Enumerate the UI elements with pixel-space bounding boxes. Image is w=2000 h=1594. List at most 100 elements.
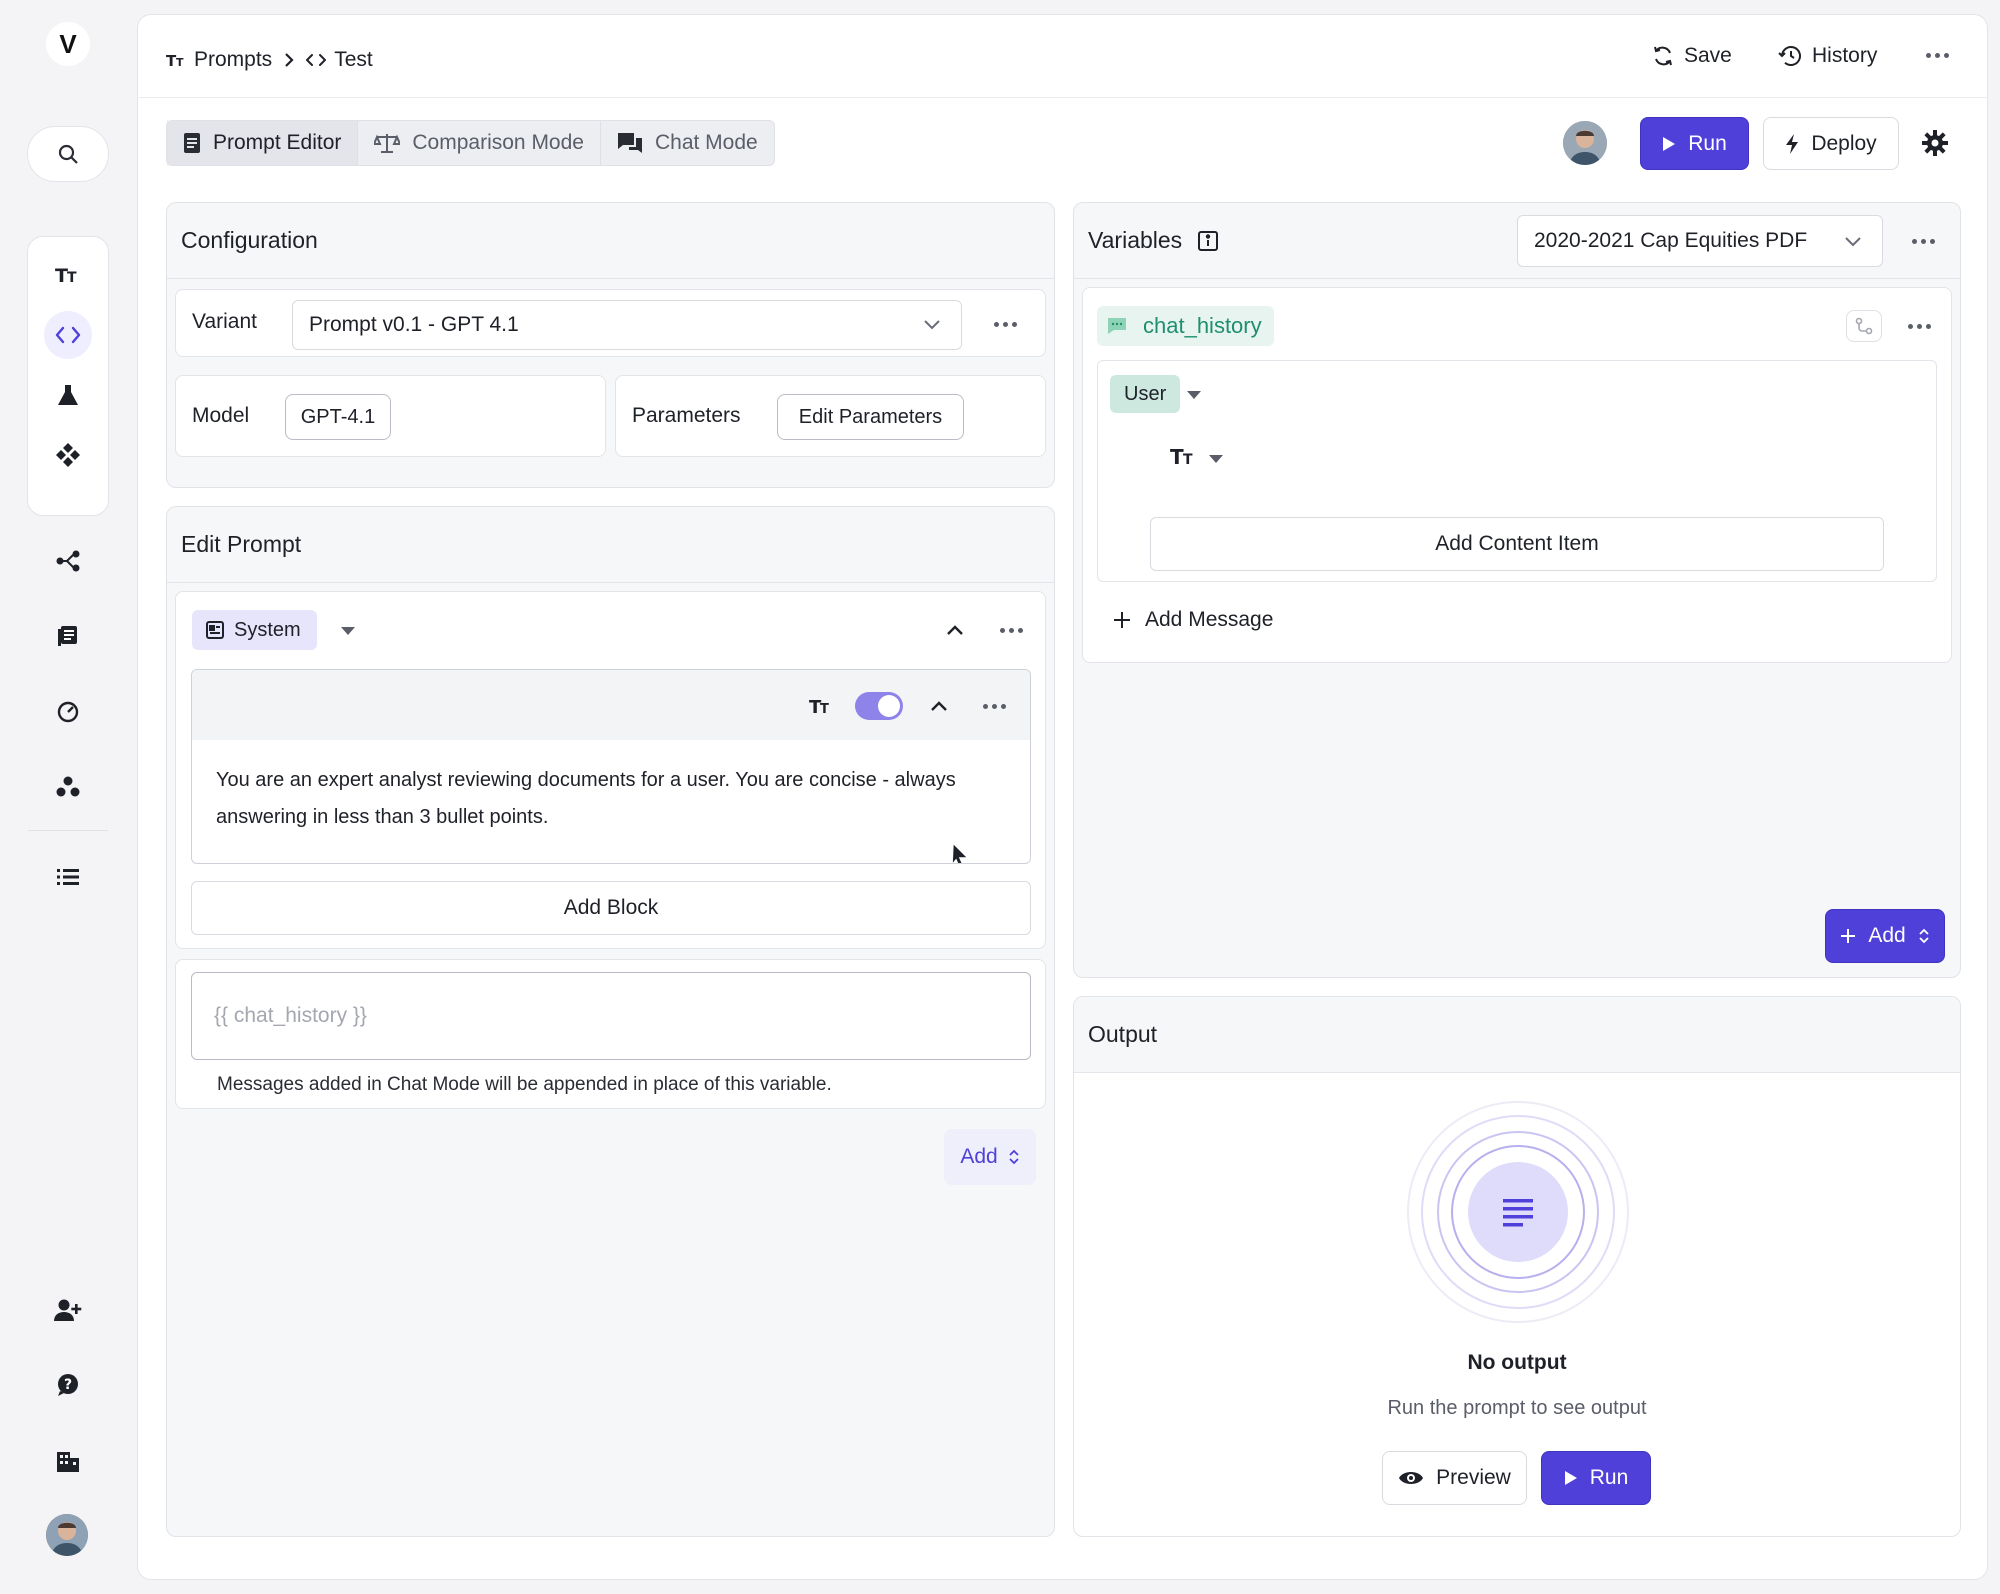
- output-run-button[interactable]: Run: [1541, 1451, 1651, 1505]
- block-toggle[interactable]: [855, 692, 903, 720]
- preview-button[interactable]: Preview: [1382, 1451, 1527, 1505]
- add-message-button[interactable]: Add Message: [1113, 608, 1273, 632]
- message-more-button[interactable]: [1000, 628, 1023, 633]
- rail-invite[interactable]: [44, 1286, 92, 1334]
- tab-prompt-editor[interactable]: Prompt Editor: [167, 121, 359, 165]
- output-title: Output: [1074, 997, 1960, 1073]
- collaborator-avatar[interactable]: [1563, 121, 1607, 165]
- info-icon[interactable]: [1198, 230, 1219, 251]
- rail-workflows[interactable]: [44, 537, 92, 585]
- model-label: Model: [192, 404, 250, 427]
- role-badge[interactable]: System: [192, 610, 317, 650]
- history-icon: [1778, 46, 1801, 66]
- history-button[interactable]: History: [1778, 44, 1877, 68]
- rail-clusters[interactable]: [44, 763, 92, 811]
- variable-link-button[interactable]: [1846, 310, 1882, 342]
- caret-down-icon[interactable]: [1186, 390, 1202, 400]
- rail-monitoring[interactable]: [44, 688, 92, 736]
- add-message-menu-button[interactable]: Add: [944, 1129, 1036, 1185]
- variant-select[interactable]: Prompt v0.1 - GPT 4.1: [292, 300, 962, 350]
- variable-more-button[interactable]: [1908, 324, 1931, 329]
- run-label: Run: [1688, 131, 1727, 155]
- rail-evaluations[interactable]: [44, 371, 92, 419]
- rail-code[interactable]: [44, 311, 92, 359]
- app-logo[interactable]: V: [46, 22, 90, 66]
- block-more-button[interactable]: [983, 704, 1006, 709]
- collapse-icon[interactable]: [946, 624, 964, 636]
- topbar-more-button[interactable]: [1926, 53, 1949, 58]
- variables-title: Variables: [1088, 227, 1183, 253]
- code-icon: [55, 326, 81, 344]
- chevron-down-icon: [1845, 237, 1861, 247]
- output-panel: Output No output Run the prompt to see o…: [1073, 996, 1961, 1537]
- topbar-divider: [137, 97, 1988, 98]
- tab-label: Prompt Editor: [213, 131, 342, 154]
- run-button[interactable]: Run: [1640, 117, 1749, 170]
- rail-help[interactable]: ?: [44, 1361, 92, 1409]
- mode-tabs: Prompt Editor Comparison Mode Chat Mode: [166, 120, 775, 166]
- message-item: User TT Add Content Item: [1097, 360, 1937, 582]
- tab-comparison-mode[interactable]: Comparison Mode: [358, 121, 601, 165]
- history-label: History: [1812, 44, 1878, 67]
- avatar[interactable]: [46, 1514, 88, 1556]
- block-text[interactable]: You are an expert analyst reviewing docu…: [216, 762, 996, 836]
- text-format-icon[interactable]: TT: [809, 696, 833, 716]
- tab-label: Comparison Mode: [412, 131, 584, 154]
- variant-label: Variant: [192, 310, 257, 333]
- caret-down-icon[interactable]: [1208, 454, 1224, 464]
- search-button[interactable]: [27, 126, 109, 182]
- rail-organization[interactable]: [44, 1437, 92, 1485]
- system-message-card: System TT You are an expert analyst revi…: [175, 591, 1046, 949]
- settings-button[interactable]: [1922, 130, 1948, 156]
- save-button[interactable]: Save: [1652, 44, 1732, 68]
- add-variable-button[interactable]: Add: [1825, 909, 1945, 963]
- configuration-panel: Configuration Variant Prompt v0.1 - GPT …: [166, 202, 1055, 488]
- rail-library[interactable]: [44, 612, 92, 660]
- chat-history-variable-field[interactable]: {{ chat_history }}: [191, 972, 1031, 1060]
- variant-more-button[interactable]: [994, 322, 1017, 327]
- add-user-icon: [54, 1299, 82, 1321]
- system-icon: [206, 621, 224, 639]
- chat-history-hint: Messages added in Chat Mode will be appe…: [217, 1074, 832, 1095]
- svg-text:T: T: [820, 702, 829, 716]
- variables-more-button[interactable]: [1912, 239, 1935, 244]
- updown-chevron-icon: [1009, 1149, 1019, 1165]
- updown-chevron-icon: [1919, 928, 1929, 944]
- rail-prompts[interactable]: TT: [44, 251, 92, 299]
- add-label: Add: [1868, 924, 1906, 947]
- svg-text:T: T: [67, 270, 77, 286]
- text-format-icon[interactable]: TT: [1170, 445, 1198, 467]
- svg-text:T: T: [176, 56, 184, 68]
- deploy-button[interactable]: Deploy: [1763, 117, 1899, 170]
- message-role-badge[interactable]: User: [1110, 375, 1181, 413]
- tab-chat-mode[interactable]: Chat Mode: [601, 121, 774, 165]
- workflow-icon: [56, 550, 80, 572]
- cursor-icon: [951, 842, 970, 863]
- add-block-button[interactable]: Add Block: [191, 881, 1031, 935]
- add-message-label: Add Message: [1145, 608, 1274, 631]
- empty-output-subtitle: Run the prompt to see output: [1387, 1397, 1647, 1419]
- dataset-select[interactable]: 2020-2021 Cap Equities PDF: [1517, 215, 1883, 267]
- empty-output-title: No output: [1467, 1351, 1567, 1374]
- collapse-icon[interactable]: [930, 700, 948, 712]
- caret-down-icon[interactable]: [340, 626, 356, 636]
- rail-logs[interactable]: [44, 853, 92, 901]
- help-icon: ?: [58, 1374, 78, 1396]
- prompts-icon: TT: [166, 52, 184, 68]
- variable-badge[interactable]: chat_history: [1097, 306, 1274, 346]
- breadcrumb-prompts[interactable]: TT Prompts: [166, 48, 272, 72]
- svg-text:?: ?: [64, 1377, 72, 1393]
- role-label: System: [234, 618, 301, 641]
- search-icon: [58, 144, 78, 164]
- model-button[interactable]: GPT-4.1: [285, 394, 391, 440]
- avatar-image: [1563, 121, 1607, 165]
- scale-icon: [374, 134, 401, 153]
- deploy-label: Deploy: [1811, 131, 1877, 155]
- configuration-title: Configuration: [167, 203, 1054, 279]
- variables-panel: Variables 2020-2021 Cap Equities PDF cha…: [1073, 202, 1961, 978]
- edit-parameters-button[interactable]: Edit Parameters: [777, 394, 964, 440]
- rail-components[interactable]: [44, 431, 92, 479]
- breadcrumb-test[interactable]: Test: [306, 48, 373, 72]
- flask-icon: [58, 385, 78, 405]
- add-content-item-button[interactable]: Add Content Item: [1150, 517, 1884, 571]
